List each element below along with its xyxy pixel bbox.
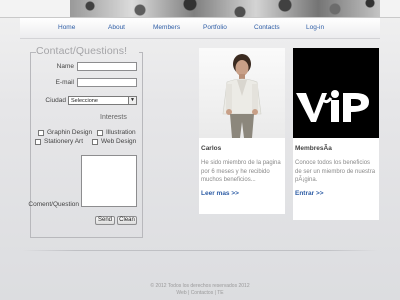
chevron-down-icon[interactable]: ▼: [128, 97, 136, 104]
enter-link[interactable]: Entrar >>: [295, 190, 324, 197]
footer-copyright: © 2012 Todos los derechos reservados 201…: [150, 283, 250, 289]
nav-about[interactable]: About: [108, 24, 125, 31]
name-input[interactable]: [77, 62, 137, 71]
footer-divider: [22, 250, 378, 251]
city-select[interactable]: Seleccione ▼: [68, 96, 137, 105]
nav-portfolio[interactable]: Portfolio: [203, 24, 227, 31]
main-nav: Home About Members Portfolio Contacts Lo…: [20, 18, 380, 39]
checkbox-web-design[interactable]: [92, 139, 98, 145]
email-input[interactable]: [77, 78, 137, 87]
vip-logo-icon: [296, 90, 369, 122]
email-label: E-mail: [55, 79, 74, 86]
checkbox-label: Web Design: [101, 138, 137, 145]
checkbox-illustration[interactable]: [97, 130, 103, 136]
send-button[interactable]: Send: [95, 216, 115, 225]
city-select-value: Seleccione: [71, 98, 98, 104]
comment-label: Coment/Question: [28, 201, 79, 208]
vip-logo: [293, 48, 379, 138]
name-label: Name: [56, 63, 74, 70]
person-photo-icon: [222, 54, 262, 138]
nav-home[interactable]: Home: [58, 24, 75, 31]
header-banner: [0, 0, 400, 18]
card-text: Conoce todos los beneficios de ser un mi…: [295, 160, 376, 183]
interests-label: Interests: [100, 114, 127, 121]
checkbox-label: Stationery Art: [44, 138, 84, 145]
card-text: He sido miembro de la pagina por 6 meses…: [201, 160, 281, 183]
nav-members[interactable]: Members: [153, 24, 180, 31]
form-legend: Contact/Questions!: [36, 45, 128, 57]
footer-links[interactable]: Web | Contactos | TE: [0, 290, 400, 296]
read-more-link[interactable]: Leer mas >>: [201, 190, 239, 197]
member-card-carlos: Carlos He sido miembro de la pagina por …: [199, 48, 285, 214]
nav-login[interactable]: Log-in: [306, 24, 324, 31]
nav-contacts[interactable]: Contacts: [254, 24, 280, 31]
clean-button[interactable]: Clean: [117, 216, 137, 225]
membership-card: MembresÃ­a Conoce todos los beneficios d…: [293, 48, 379, 220]
city-label: Ciudad: [45, 97, 66, 104]
banner-image: [70, 0, 380, 17]
member-photo: [199, 48, 285, 138]
card-title: MembresÃ­a: [295, 145, 332, 152]
card-title: Carlos: [201, 145, 222, 152]
checkbox-stationery-art[interactable]: [35, 139, 41, 145]
checkbox-label: Illustration: [106, 129, 136, 136]
comment-textarea[interactable]: [81, 155, 137, 207]
checkbox-graphic-design[interactable]: [38, 130, 44, 136]
checkbox-label: Graphin Design: [47, 129, 93, 136]
